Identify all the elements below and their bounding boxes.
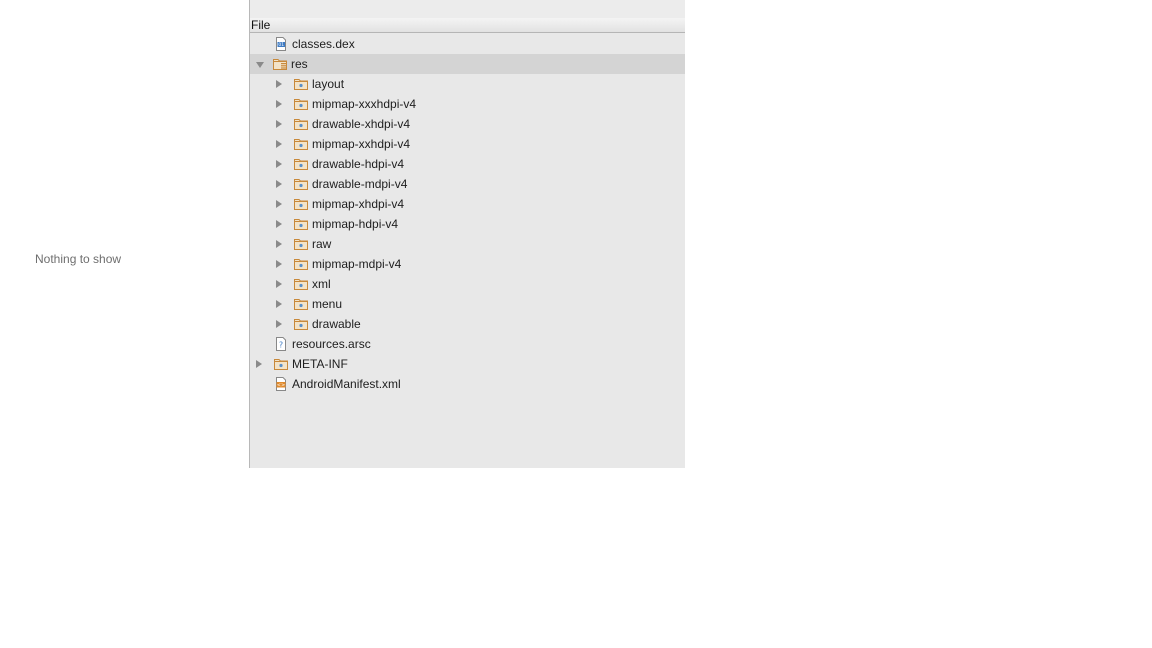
tree-item-label: mipmap-xxhdpi-v4	[312, 137, 411, 151]
tree-row[interactable]: raw	[250, 234, 685, 254]
svg-text:?: ?	[279, 341, 283, 350]
svg-text:<>: <>	[277, 382, 285, 388]
resource-folder-icon	[273, 57, 287, 71]
unknown-file-icon: ?	[274, 337, 288, 351]
expand-arrow-right-icon[interactable]	[276, 100, 282, 108]
panel-toolbar	[250, 0, 685, 19]
folder-icon	[294, 177, 308, 191]
folder-icon	[294, 77, 308, 91]
tree-row[interactable]: 01 classes.dex	[250, 34, 685, 54]
tree-item-label: drawable-mdpi-v4	[312, 177, 408, 191]
expand-arrow-right-icon[interactable]	[276, 220, 282, 228]
tree-item-label: mipmap-hdpi-v4	[312, 217, 399, 231]
tree-item-label: classes.dex	[292, 37, 355, 51]
folder-icon	[294, 217, 308, 231]
tree-row[interactable]: xml	[250, 274, 685, 294]
tree-item-label: drawable-xhdpi-v4	[312, 117, 411, 131]
tree-row[interactable]: drawable-mdpi-v4	[250, 174, 685, 194]
folder-icon	[294, 97, 308, 111]
tree-item-label: drawable	[312, 317, 361, 331]
tree-row[interactable]: layout	[250, 74, 685, 94]
folder-icon	[294, 117, 308, 131]
expand-arrow-right-icon[interactable]	[276, 140, 282, 148]
tree-row[interactable]: ? resources.arsc	[250, 334, 685, 354]
tree-item-label: resources.arsc	[292, 337, 371, 351]
tree-row[interactable]: mipmap-mdpi-v4	[250, 254, 685, 274]
tree-row[interactable]: drawable-hdpi-v4	[250, 154, 685, 174]
expand-arrow-right-icon[interactable]	[256, 360, 262, 368]
folder-icon	[294, 277, 308, 291]
tree-row[interactable]: mipmap-hdpi-v4	[250, 214, 685, 234]
xml-file-icon: <>	[274, 377, 288, 391]
folder-icon	[294, 137, 308, 151]
expand-arrow-right-icon[interactable]	[276, 240, 282, 248]
folder-icon	[294, 257, 308, 271]
tree-item-label: layout	[312, 77, 345, 91]
tree-row[interactable]: <> AndroidManifest.xml	[250, 374, 685, 394]
folder-icon	[274, 357, 288, 371]
empty-state-text: Nothing to show	[35, 252, 122, 266]
tree-item-label: META-INF	[292, 357, 348, 371]
tree-item-label: xml	[312, 277, 331, 291]
expand-arrow-right-icon[interactable]	[276, 180, 282, 188]
expand-arrow-right-icon[interactable]	[276, 80, 282, 88]
tree-item-label: menu	[312, 297, 343, 311]
tree-item-label: AndroidManifest.xml	[292, 377, 401, 391]
tree-item-label: mipmap-mdpi-v4	[312, 257, 402, 271]
folder-icon	[294, 297, 308, 311]
expand-arrow-right-icon[interactable]	[276, 260, 282, 268]
folder-icon	[294, 197, 308, 211]
tree-row[interactable]: mipmap-xhdpi-v4	[250, 194, 685, 214]
file-column-header[interactable]: File	[250, 18, 685, 33]
tree-item-label: mipmap-xhdpi-v4	[312, 197, 405, 211]
expand-arrow-right-icon[interactable]	[276, 120, 282, 128]
expand-arrow-right-icon[interactable]	[276, 200, 282, 208]
svg-text:01: 01	[278, 42, 284, 48]
tree-row[interactable]: drawable-xhdpi-v4	[250, 114, 685, 134]
folder-icon	[294, 157, 308, 171]
dex-file-icon: 01	[274, 37, 288, 51]
tree-row[interactable]: drawable	[250, 314, 685, 334]
tree-row[interactable]: META-INF	[250, 354, 685, 374]
expand-arrow-down-icon[interactable]	[256, 62, 264, 68]
tree-row[interactable]: res	[250, 54, 685, 74]
tree-row[interactable]: mipmap-xxhdpi-v4	[250, 134, 685, 154]
tree-item-label: raw	[312, 237, 332, 251]
file-tree: 01 classes.dex res layout mipmap-xxxhdpi…	[250, 34, 685, 394]
tree-item-label: res	[291, 57, 308, 71]
tree-row[interactable]: menu	[250, 294, 685, 314]
tree-row[interactable]: mipmap-xxxhdpi-v4	[250, 94, 685, 114]
expand-arrow-right-icon[interactable]	[276, 320, 282, 328]
expand-arrow-right-icon[interactable]	[276, 280, 282, 288]
folder-icon	[294, 317, 308, 331]
expand-arrow-right-icon[interactable]	[276, 160, 282, 168]
expand-arrow-right-icon[interactable]	[276, 300, 282, 308]
file-tree-panel: File 01 classes.dex res layout mipmap-xx…	[249, 0, 685, 468]
tree-item-label: mipmap-xxxhdpi-v4	[312, 97, 417, 111]
tree-item-label: drawable-hdpi-v4	[312, 157, 405, 171]
folder-icon	[294, 237, 308, 251]
